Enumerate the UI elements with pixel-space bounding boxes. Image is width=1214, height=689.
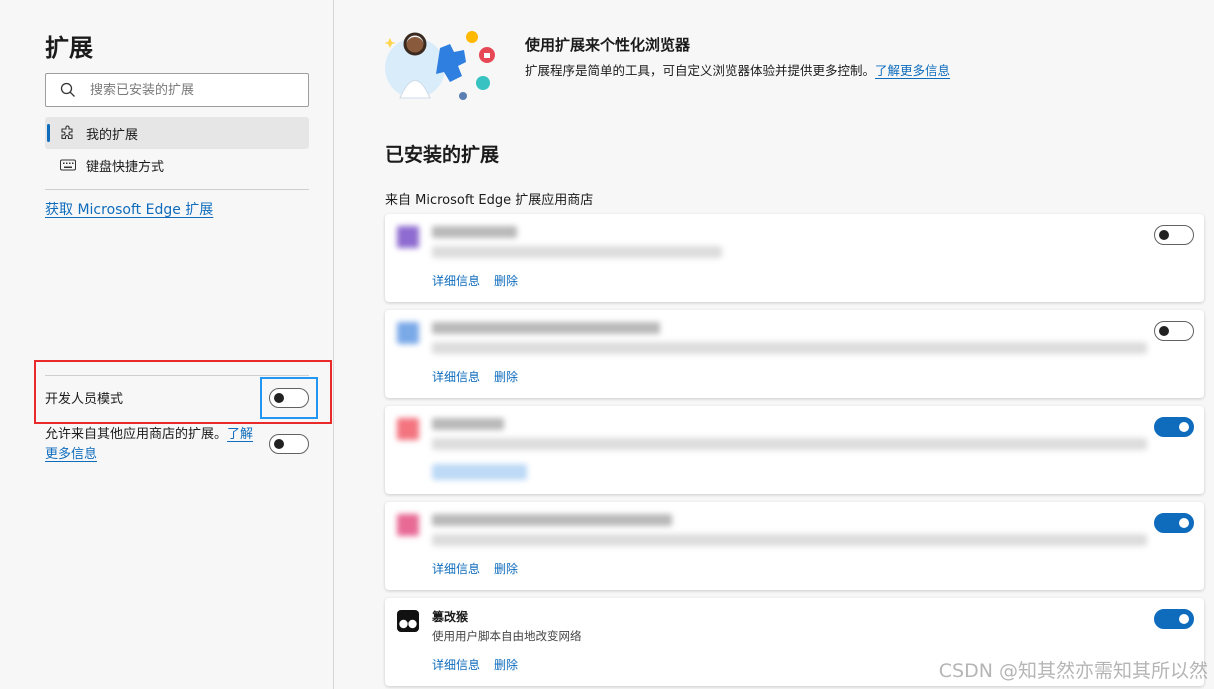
extension-card xyxy=(385,406,1204,494)
remove-link[interactable]: 删除 xyxy=(494,562,518,576)
details-link[interactable]: 详细信息 xyxy=(432,562,480,576)
watermark: CSDN @知其然亦需知其所以然 xyxy=(938,660,1208,682)
remove-link[interactable]: 删除 xyxy=(494,274,518,288)
extension-description-redacted xyxy=(432,340,1147,356)
extension-actions: 详细信息 删除 xyxy=(432,368,532,385)
nav-item-label: 我的扩展 xyxy=(86,127,139,143)
extension-actions-redacted xyxy=(432,464,541,480)
extension-toggle[interactable] xyxy=(1154,417,1194,437)
allow-other-stores-text: 允许来自其他应用商店的扩展。了解更多信息 xyxy=(45,425,260,465)
extension-name: 篡改猴 xyxy=(432,610,469,624)
remove-link[interactable]: 删除 xyxy=(494,370,518,384)
extension-name-redacted xyxy=(432,320,660,336)
extension-toggle[interactable] xyxy=(1154,321,1194,341)
extension-name-redacted xyxy=(432,416,504,432)
extension-card: 详细信息 删除 xyxy=(385,214,1204,302)
hero-title: 使用扩展来个性化浏览器 xyxy=(525,36,691,54)
allow-other-stores-label: 允许来自其他应用商店的扩展。 xyxy=(45,427,228,442)
sidebar-divider xyxy=(45,189,309,190)
sidebar: 扩展 我的扩展 键盘快捷方式 获取 Microsoft Edge 扩展 开发人员… xyxy=(0,0,334,689)
nav-item-my-extensions[interactable]: 我的扩展 xyxy=(45,117,309,149)
extension-card: 详细信息 删除 xyxy=(385,502,1204,590)
extension-description-redacted xyxy=(432,436,1147,452)
toggle-knob xyxy=(1179,422,1189,432)
annotation-blue-box xyxy=(260,377,318,419)
extension-name-redacted xyxy=(432,224,517,240)
allow-other-stores-toggle[interactable] xyxy=(269,434,309,454)
extension-actions: 详细信息 删除 xyxy=(432,656,532,673)
extension-description: 使用用户脚本自由地改变网络 xyxy=(432,629,582,643)
hero-description-text: 扩展程序是简单的工具，可自定义浏览器体验并提供更多控制。 xyxy=(525,63,876,78)
details-link[interactable]: 详细信息 xyxy=(432,658,480,672)
search-input[interactable] xyxy=(90,80,300,100)
hero-illustration xyxy=(384,28,500,103)
installed-section-title: 已安装的扩展 xyxy=(385,144,500,166)
extension-icon xyxy=(397,322,419,344)
toggle-knob xyxy=(1179,518,1189,528)
extension-icon xyxy=(397,226,419,248)
puzzle-icon xyxy=(60,125,76,141)
tampermonkey-icon xyxy=(397,610,419,632)
extension-icon xyxy=(397,418,419,440)
details-link[interactable]: 详细信息 xyxy=(432,274,480,288)
source-label: 来自 Microsoft Edge 扩展应用商店 xyxy=(385,193,594,208)
hero-description: 扩展程序是简单的工具，可自定义浏览器体验并提供更多控制。了解更多信息 xyxy=(525,60,950,79)
extension-toggle[interactable] xyxy=(1154,513,1194,533)
get-extensions-link[interactable]: 获取 Microsoft Edge 扩展 xyxy=(45,199,213,219)
extension-actions: 详细信息 删除 xyxy=(432,560,532,577)
toggle-knob xyxy=(1159,326,1169,336)
extension-toggle[interactable] xyxy=(1154,225,1194,245)
toggle-knob xyxy=(1159,230,1169,240)
nav-item-keyboard-shortcuts[interactable]: 键盘快捷方式 xyxy=(45,149,309,181)
extension-description-redacted xyxy=(432,532,1147,548)
remove-link[interactable]: 删除 xyxy=(494,658,518,672)
details-link[interactable]: 详细信息 xyxy=(432,370,480,384)
keyboard-icon xyxy=(60,157,76,173)
page-title: 扩展 xyxy=(45,34,93,62)
extension-description-redacted xyxy=(432,244,722,260)
extension-card: 详细信息 删除 xyxy=(385,310,1204,398)
nav-item-label: 键盘快捷方式 xyxy=(86,159,165,175)
search-box[interactable] xyxy=(45,73,309,107)
toggle-knob xyxy=(1179,614,1189,624)
extension-actions: 详细信息 删除 xyxy=(432,272,532,289)
hero-learn-more-link[interactable]: 了解更多信息 xyxy=(875,63,950,78)
toggle-knob xyxy=(274,439,284,449)
extension-toggle[interactable] xyxy=(1154,609,1194,629)
extension-icon xyxy=(397,514,419,536)
extension-name-redacted xyxy=(432,512,672,528)
search-icon xyxy=(60,82,76,102)
